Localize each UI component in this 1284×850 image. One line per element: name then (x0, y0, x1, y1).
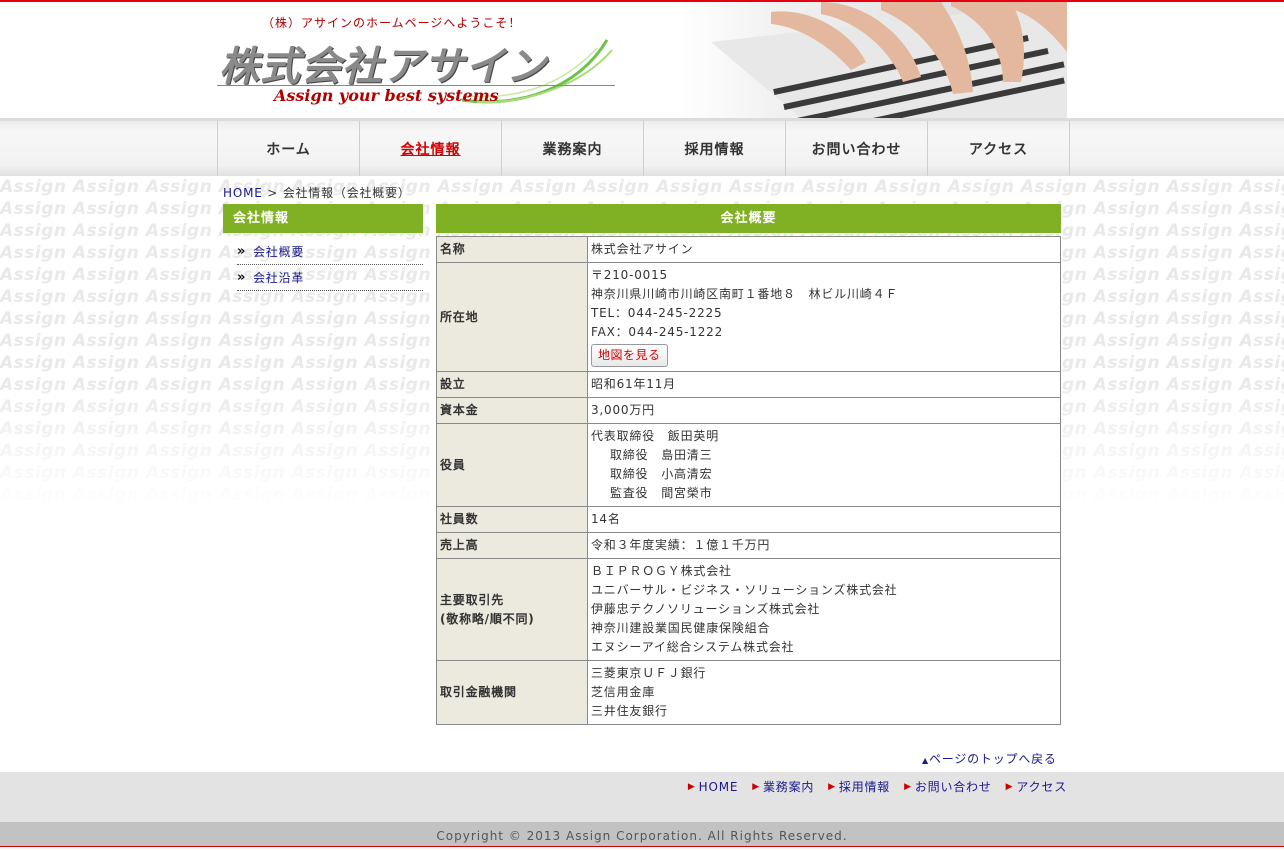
row-label: 売上高 (436, 532, 588, 559)
officer-line: 監査役 間宮榮市 (610, 486, 713, 500)
caret-up-icon: ▲ (922, 756, 929, 765)
nav-services[interactable]: 業務案内 (502, 121, 644, 176)
main-content: 会社概要 名称 株式会社アサイン 所在地 〒210-0015 神奈川県川崎市川崎… (436, 204, 1061, 725)
table-row: 資本金 3,000万円 (436, 397, 1061, 424)
table-row: 取引金融機関 三菱東京ＵＦＪ銀行 芝信用金庫 三井住友銀行 (436, 660, 1061, 725)
nav-contact[interactable]: お問い合わせ (786, 121, 928, 176)
header-tagline: （株）アサインのホームページへようこそ！ (262, 16, 522, 30)
double-chevron-right-icon: » (237, 269, 247, 285)
arrow-right-icon: ▶ (828, 781, 836, 792)
officer-line: 取締役 島田清三 (610, 448, 713, 462)
row-label-main: 主要取引先 (440, 592, 505, 607)
value-line: 3,000万円 (591, 403, 655, 417)
client-line: 伊藤忠テクノソリューションズ株式会社 (591, 602, 821, 616)
table-row: 主要取引先 (敬称略/順不同) ＢＩＰＲＯＧＹ株式会社 ユニバーサル・ビジネス・… (436, 558, 1061, 661)
officer-line: 代表取締役 飯田英明 (591, 429, 720, 443)
sidebar-title: 会社情報 (223, 204, 423, 233)
value-line: 令和３年度実績：１億１千万円 (591, 538, 771, 552)
row-label-note: (敬称略/順不同) (440, 611, 535, 626)
company-logo[interactable]: 株式会社アサイン (219, 34, 547, 92)
row-value: ＢＩＰＲＯＧＹ株式会社 ユニバーサル・ビジネス・ソリューションズ株式会社 伊藤忠… (587, 558, 1061, 661)
arrow-right-icon: ▶ (1005, 781, 1014, 792)
nav-home[interactable]: ホーム (218, 121, 360, 176)
site-header: （株）アサインのホームページへようこそ！ 株式会社アサイン Assign you… (217, 2, 1067, 118)
table-row: 社員数 14名 (436, 506, 1061, 533)
nav-company-info[interactable]: 会社情報 (360, 121, 502, 176)
footer-link-services[interactable]: ▶ 業務案内 (752, 778, 814, 795)
client-line: ＢＩＰＲＯＧＹ株式会社 (591, 564, 732, 578)
row-value: 代表取締役 飯田英明 取締役 島田清三 取締役 小高清宏 監査役 間宮榮市 (587, 423, 1061, 507)
address: 神奈川県川崎市川崎区南町１番地８ 林ビル川崎４Ｆ (591, 287, 899, 301)
value-line: 株式会社アサイン (591, 242, 694, 256)
row-value: 令和３年度実績：１億１千万円 (587, 532, 1061, 559)
breadcrumb-separator: > (262, 186, 283, 200)
row-value: 昭和61年11月 (587, 371, 1061, 398)
row-label: 資本金 (436, 397, 588, 424)
copyright-text: Copyright © 2013 Assign Corporation. All… (436, 829, 848, 843)
sidebar: 会社情報 » 会社概要 » 会社沿革 (223, 204, 423, 291)
footer-link-home[interactable]: ▶ HOME (688, 778, 738, 795)
table-row: 所在地 〒210-0015 神奈川県川崎市川崎区南町１番地８ 林ビル川崎４Ｆ T… (436, 262, 1061, 372)
arrow-right-icon: ▶ (752, 781, 760, 792)
table-row: 売上高 令和３年度実績：１億１千万円 (436, 532, 1061, 559)
row-label: 社員数 (436, 506, 588, 533)
row-label: 所在地 (436, 262, 588, 372)
row-value: 株式会社アサイン (587, 236, 1061, 263)
postal-code: 〒210-0015 (591, 268, 668, 282)
sidebar-item-label: 会社沿革 (253, 270, 305, 285)
logo-slogan: Assign your best systems (274, 86, 499, 105)
footer-link-label: お問い合わせ (914, 780, 992, 794)
breadcrumb-home-link[interactable]: HOME (223, 186, 263, 200)
nav-access[interactable]: アクセス (928, 121, 1070, 176)
page-top-label: ページのトップへ戻る (928, 752, 1057, 766)
fax-number: FAX：044-245-1222 (591, 325, 724, 339)
double-chevron-right-icon: » (237, 243, 247, 259)
page-top-link[interactable]: ▲ページのトップへ戻る (922, 750, 1057, 767)
client-line: ユニバーサル・ビジネス・ソリューションズ株式会社 (591, 583, 898, 597)
bank-line: 三井住友銀行 (591, 704, 668, 718)
breadcrumb: HOME > 会社情報（会社概要） (223, 184, 411, 201)
row-label: 名称 (436, 236, 588, 263)
row-value: 3,000万円 (587, 397, 1061, 424)
global-nav: ホーム 会社情報 業務案内 採用情報 お問い合わせ アクセス (0, 118, 1284, 176)
row-label: 主要取引先 (敬称略/順不同) (436, 558, 588, 661)
sidebar-item-label: 会社概要 (253, 244, 305, 259)
company-info-table: 名称 株式会社アサイン 所在地 〒210-0015 神奈川県川崎市川崎区南町１番… (436, 236, 1061, 725)
row-label: 設立 (436, 371, 588, 398)
sidebar-item-company-history[interactable]: » 会社沿革 (237, 265, 423, 291)
bank-line: 三菱東京ＵＦＪ銀行 (591, 666, 707, 680)
row-label: 取引金融機関 (436, 660, 588, 725)
client-line: 神奈川建設業国民健康保険組合 (591, 621, 771, 635)
footer-link-recruit[interactable]: ▶ 採用情報 (828, 778, 890, 795)
row-value: 三菱東京ＵＦＪ銀行 芝信用金庫 三井住友銀行 (587, 660, 1061, 725)
nav-recruit[interactable]: 採用情報 (644, 121, 786, 176)
copyright-bar: Copyright © 2013 Assign Corporation. All… (0, 822, 1284, 847)
footer-nav: ▶ HOME ▶ 業務案内 ▶ 採用情報 ▶ お問い合わせ ▶ アクセス (0, 772, 1284, 822)
arrow-right-icon: ▶ (687, 781, 696, 792)
officer-line: 取締役 小高清宏 (610, 467, 713, 481)
keyboard-hands-image (681, 2, 1067, 118)
arrow-right-icon: ▶ (904, 781, 912, 792)
bank-line: 芝信用金庫 (591, 685, 656, 699)
footer-link-label: HOME (698, 779, 739, 794)
breadcrumb-current: 会社情報（会社概要） (282, 186, 411, 200)
table-row: 設立 昭和61年11月 (436, 371, 1061, 398)
row-value: 〒210-0015 神奈川県川崎市川崎区南町１番地８ 林ビル川崎４Ｆ TEL：0… (587, 262, 1061, 372)
main-title: 会社概要 (436, 204, 1061, 233)
footer-link-label: 業務案内 (762, 780, 815, 794)
phone-number: TEL：044-245-2225 (591, 306, 723, 320)
value-line: 昭和61年11月 (591, 377, 676, 391)
footer-link-contact[interactable]: ▶ お問い合わせ (904, 778, 992, 795)
footer-link-label: アクセス (1016, 780, 1067, 794)
view-map-button[interactable]: 地図を見る (591, 344, 668, 367)
footer-link-label: 採用情報 (838, 780, 891, 794)
footer-link-access[interactable]: ▶ アクセス (1006, 778, 1067, 795)
client-line: エヌシーアイ総合システム株式会社 (591, 640, 795, 654)
sidebar-item-company-profile[interactable]: » 会社概要 (237, 239, 423, 265)
row-value: 14名 (587, 506, 1061, 533)
row-label: 役員 (436, 423, 588, 507)
table-row: 役員 代表取締役 飯田英明 取締役 島田清三 取締役 小高清宏 監査役 間宮榮市 (436, 423, 1061, 507)
value-line: 14名 (591, 512, 621, 526)
table-row: 名称 株式会社アサイン (436, 236, 1061, 263)
